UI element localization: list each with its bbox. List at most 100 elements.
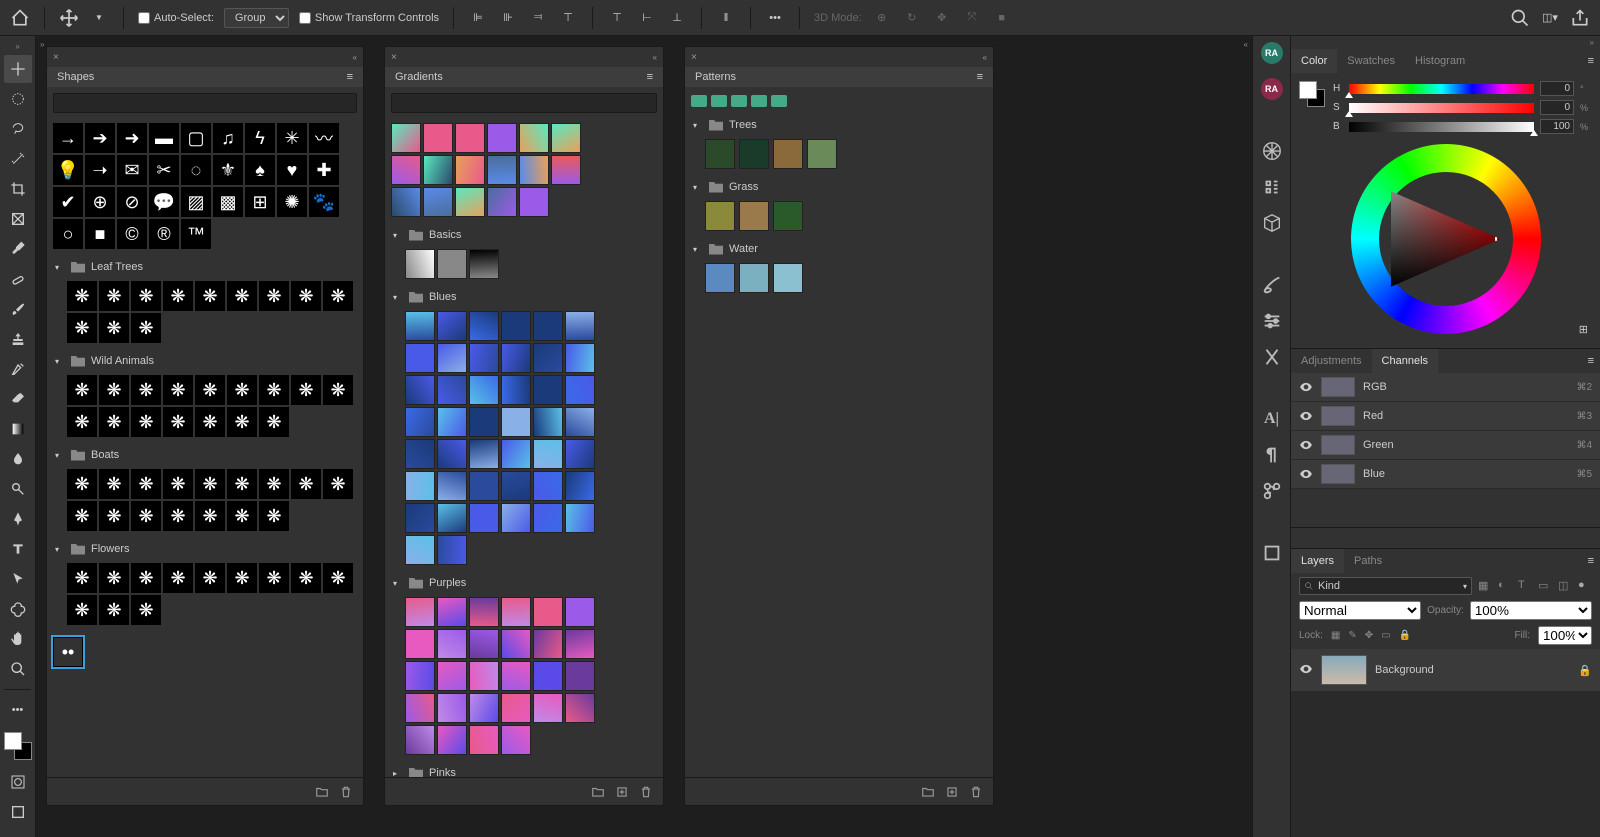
folder-row[interactable]: ▾Purples [391,573,657,593]
filter-adjust-icon[interactable]: ◐ [1498,579,1512,593]
gradient-swatch[interactable] [533,661,563,691]
pattern-swatch[interactable] [705,263,735,293]
shape-item[interactable]: ❋ [163,501,193,531]
shape-item[interactable]: ❋ [131,563,161,593]
gradient-swatch[interactable] [437,693,467,723]
hand-tool[interactable] [4,625,32,653]
gradient-swatch[interactable] [501,375,531,405]
tab-color[interactable]: Color [1291,49,1337,73]
gradient-swatch[interactable] [391,155,421,185]
workspace-switcher-icon[interactable]: ◫▾ [1540,8,1560,28]
shape-item[interactable]: ❋ [259,281,289,311]
align-top-icon[interactable]: ⊤ [558,8,578,28]
shape-item[interactable]: 💡 [53,155,83,185]
frame-tool[interactable] [4,205,32,233]
gradient-swatch[interactable] [391,187,421,217]
close-icon[interactable]: × [53,52,59,63]
expand-left-icon[interactable]: » [38,38,46,51]
blend-mode-select[interactable]: Normal [1299,601,1421,620]
gradient-swatch[interactable] [455,123,485,153]
shape-item[interactable]: ❋ [227,281,257,311]
shape-item[interactable]: ❋ [163,281,193,311]
view-mode-icon[interactable] [751,95,767,107]
gradient-swatch[interactable] [405,535,435,565]
gradient-swatch[interactable] [437,629,467,659]
folder-row[interactable]: ▾Basics [391,225,657,245]
shape-item[interactable]: ❋ [323,563,353,593]
folder-row[interactable]: ▾Water [691,239,987,259]
gradient-swatch[interactable] [469,661,499,691]
shape-item[interactable]: ♥ [277,155,307,185]
gradient-swatch[interactable] [405,503,435,533]
shape-item[interactable]: ❋ [131,375,161,405]
gradient-swatch[interactable] [565,407,595,437]
gradient-swatch[interactable] [501,343,531,373]
gradient-swatch[interactable] [437,597,467,627]
gradient-swatch[interactable] [565,439,595,469]
gradient-swatch[interactable] [437,661,467,691]
shape-item[interactable]: ❋ [163,563,193,593]
pattern-swatch[interactable] [705,201,735,231]
tab-swatches[interactable]: Swatches [1337,49,1405,73]
shape-item[interactable]: ❋ [131,313,161,343]
gradients-tab[interactable]: Gradients [395,71,443,83]
marquee-tool[interactable] [4,85,32,113]
delete-icon[interactable] [969,785,983,799]
quick-mask-icon[interactable] [4,768,32,796]
gradient-swatch[interactable] [565,661,595,691]
shape-item[interactable]: ❋ [99,313,129,343]
shape-item[interactable]: ❋ [227,407,257,437]
shape-item[interactable]: 🐾 [309,187,339,217]
gradient-swatch[interactable] [437,439,467,469]
brightness-input[interactable] [1540,119,1574,134]
align-center-h-icon[interactable]: ⊪ [498,8,518,28]
shape-item[interactable]: ▩ [213,187,243,217]
hue-input[interactable] [1540,81,1574,96]
gradient-swatch[interactable] [565,471,595,501]
gradient-swatch[interactable] [405,471,435,501]
gradient-swatch[interactable] [519,187,549,217]
folder-row[interactable]: ▾Flowers [53,539,357,559]
gradient-swatch[interactable] [469,311,499,341]
shape-item[interactable]: ™ [181,219,211,249]
view-mode-icon[interactable] [771,95,787,107]
shape-item[interactable]: ❋ [291,469,321,499]
channel-row[interactable]: Green⌘4 [1291,431,1600,460]
saturation-input[interactable] [1540,100,1574,115]
gradient-swatch[interactable] [533,407,563,437]
panel-menu-icon[interactable]: ≡ [347,71,353,83]
gradient-swatch[interactable] [455,155,485,185]
shape-item[interactable]: ϟ [245,123,275,153]
filter-pixel-icon[interactable]: ▦ [1478,579,1492,593]
shape-item[interactable]: ❋ [323,281,353,311]
gradient-swatch[interactable] [501,597,531,627]
filter-smart-icon[interactable]: ◫ [1558,579,1572,593]
healing-brush-tool[interactable] [4,265,32,293]
shape-item[interactable]: ❋ [131,501,161,531]
home-icon[interactable] [10,8,30,28]
gradient-swatch[interactable] [565,597,595,627]
shape-item[interactable]: ❋ [67,407,97,437]
view-mode-icon[interactable] [711,95,727,107]
eraser-tool[interactable] [4,385,32,413]
shape-item[interactable]: ❋ [259,375,289,405]
shape-item[interactable]: ® [149,219,179,249]
shape-item[interactable]: ✂ [149,155,179,185]
gradient-swatch[interactable] [565,311,595,341]
align-right-icon[interactable]: ⫤ [528,8,548,28]
layer-row[interactable]: Background🔒 [1291,649,1600,691]
gradient-swatch[interactable] [423,187,453,217]
distribute-bottom-icon[interactable]: ⊥ [667,8,687,28]
artboards-icon[interactable] [1261,542,1283,564]
lock-paint-icon[interactable]: ✎ [1348,630,1356,641]
gradient-swatch[interactable] [501,503,531,533]
libraries-icon[interactable] [1261,480,1283,502]
gradient-swatch[interactable] [501,407,531,437]
search-icon[interactable] [1510,8,1530,28]
shape-item[interactable]: ❋ [67,281,97,311]
channel-row[interactable]: Blue⌘5 [1291,460,1600,489]
filter-type-icon[interactable]: T [1518,579,1532,593]
gradient-swatch[interactable] [533,439,563,469]
pattern-swatch[interactable] [705,139,735,169]
gradient-swatch[interactable] [551,155,581,185]
